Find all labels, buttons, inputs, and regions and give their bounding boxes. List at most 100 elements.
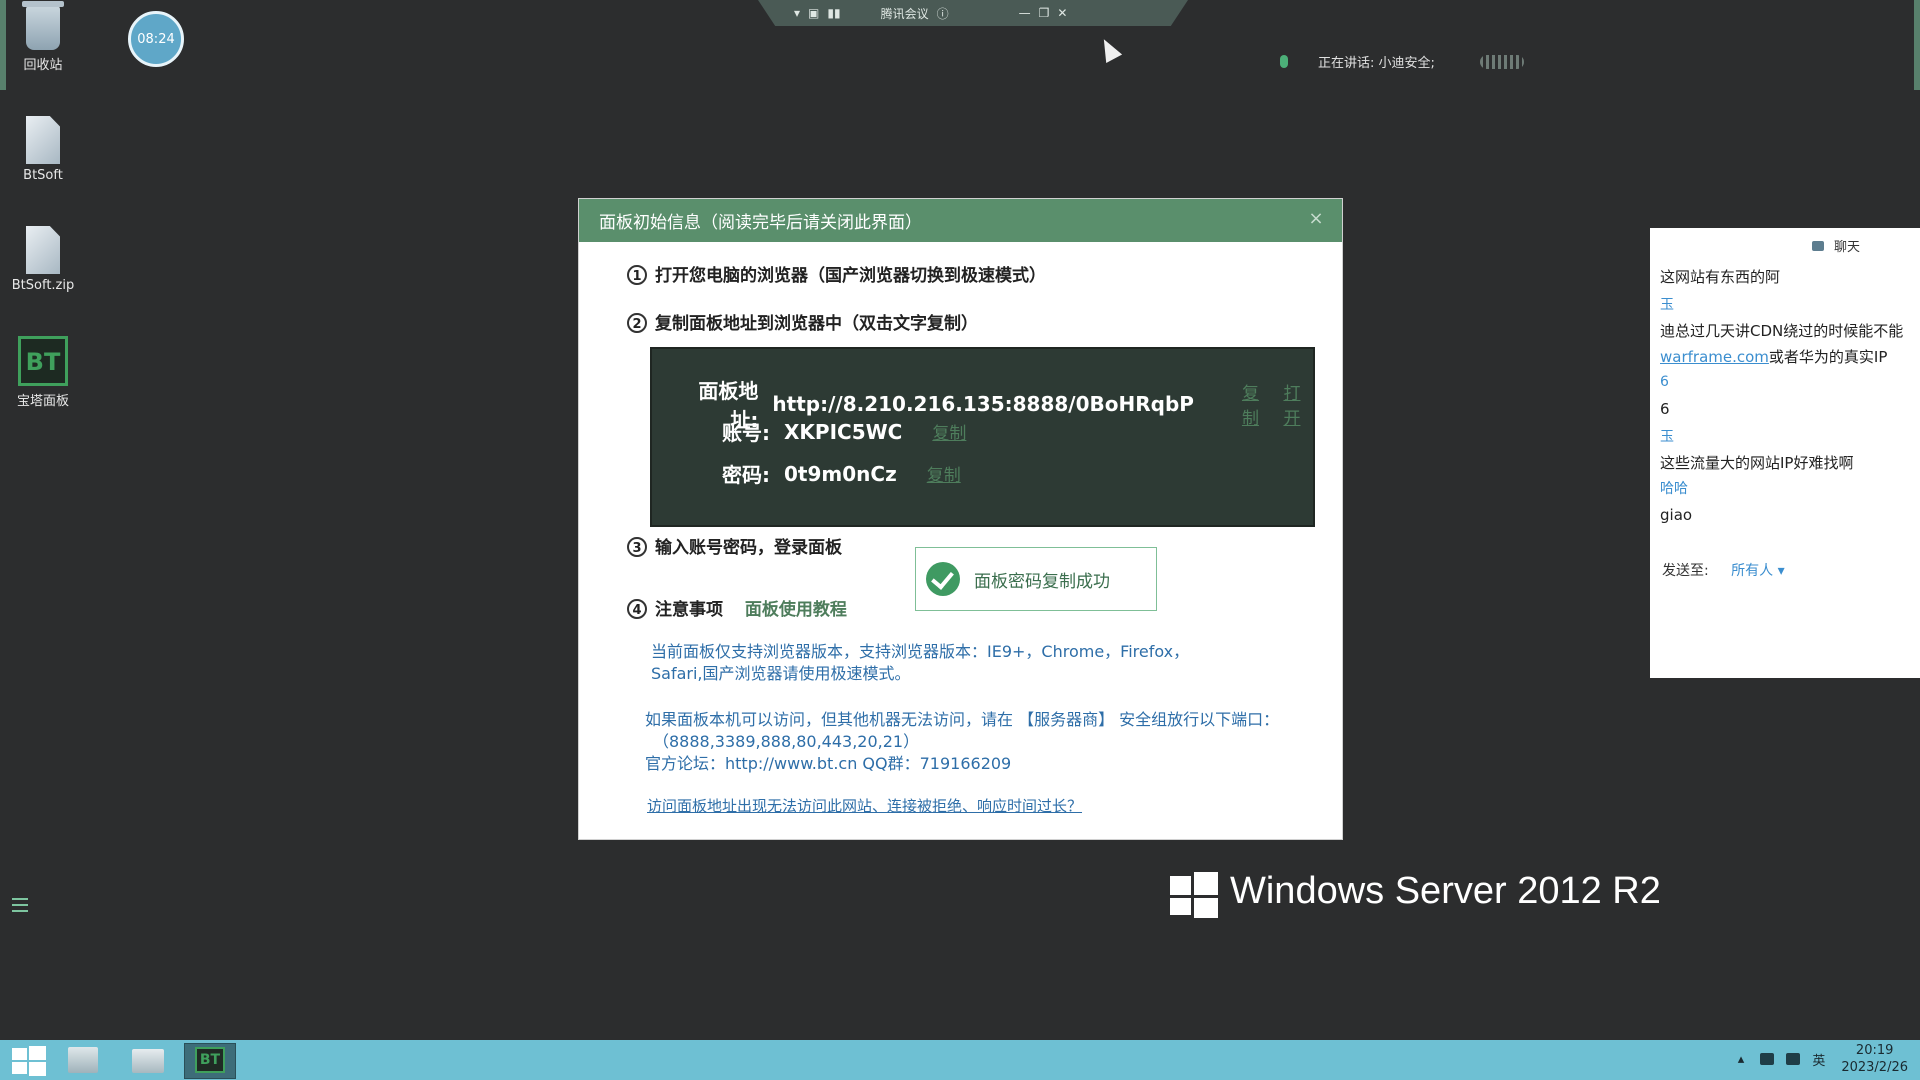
address-value[interactable]: http://8.210.216.135:8888/0BoHRqbP [772,392,1194,416]
recycle-bin-icon [22,1,64,50]
password-value[interactable]: 0t9m0nCz [784,462,897,486]
step-4: 4 注意事项 面板使用教程 [627,595,847,620]
chat-bubble-icon [1811,240,1824,251]
file-explorer-button[interactable] [124,1043,174,1077]
tutorial-link[interactable]: 面板使用教程 [745,600,847,620]
meeting-toolbar[interactable]: ▾ ▣ ▮▮ 腾讯会议 ⓘ — ❐ ✕ [758,0,1188,26]
panel-credentials-box: 面板地址: http://8.210.216.135:8888/0BoHRqbP… [650,347,1315,527]
note-line: 官方论坛：http://www.bt.cn QQ群：719166209 [645,754,1012,773]
chat-link[interactable]: warframe.com [1660,348,1769,366]
chat-message: 这些流量大的网站IP好难找啊 [1660,454,1854,472]
copy-success-toast: 面板密码复制成功 [915,547,1157,611]
chat-panel: 聊天 这网站有东西的阿 玉 迪总过几天讲CDN绕过的时候能不能 warframe… [1650,228,1920,678]
server-manager-button[interactable] [62,1043,112,1077]
step-text: 打开您电脑的浏览器（国产浏览器切换到极速模式） [655,266,1046,286]
account-value[interactable]: XKPIC5WC [784,420,902,444]
send-to-value[interactable]: 所有人 ▾ [1731,563,1784,579]
mouse-cursor-icon [1095,35,1123,63]
panel-info-dialog: 面板初始信息（阅读完毕后请关闭此界面） × 1 打开您电脑的浏览器（国产浏览器切换… [578,198,1343,840]
clock-time: 20:19 [1855,1043,1894,1058]
list-menu-icon[interactable] [12,898,28,912]
desktop-icon-btsoft-zip[interactable]: BtSoft.zip [8,226,78,293]
dialog-header: 面板初始信息（阅读完毕后请关闭此界面） × [579,199,1342,242]
system-tray: ▴ 英 20:19 2023/2/26 [1738,1042,1908,1076]
desktop-icon-recycle-bin[interactable]: 回收站 [8,1,78,73]
note-line: （8888,3389,888,80,443,20,21） [653,732,920,751]
chat-message: 6 [1660,400,1670,418]
step-text: 注意事项 [655,600,723,620]
desktop-icon-label: BtSoft.zip [11,278,75,293]
send-to-selector[interactable]: 发送至: 所有人 ▾ [1662,560,1785,580]
desktop-icon-btsoft[interactable]: BtSoft [8,116,78,183]
step-number: 3 [627,537,647,557]
zip-file-icon [26,226,60,274]
toast-text: 面板密码复制成功 [974,571,1110,592]
desktop-icon-label: 回收站 [23,58,63,73]
info-icon[interactable]: ⓘ [937,5,949,22]
note-line: Safari,国产浏览器请使用极速模式。 [651,664,911,683]
desktop-icon-label: BtSoft [23,168,63,183]
right-edge-accent [1914,0,1920,90]
bt-panel-taskbar-button[interactable]: BT [184,1043,236,1079]
taskbar-clock[interactable]: 20:19 2023/2/26 [1841,1042,1908,1076]
close-icon[interactable]: × [1306,209,1326,229]
volume-icon[interactable] [1786,1053,1801,1065]
chat-message: warframe.com或者华为的真实IP [1660,346,1887,367]
step-number: 1 [627,265,647,285]
desktop-icon-label: 宝塔面板 [16,394,69,409]
troubleshoot-link[interactable]: 访问面板地址出现无法访问此网站、连接被拒绝、响应时间过长？ [647,795,1082,816]
check-circle-icon [926,562,960,596]
screen-share-icon[interactable]: ▣ [808,6,819,20]
password-label: 密码: [722,463,770,487]
copy-account-link[interactable]: 复制 [932,419,966,444]
chat-sender: 6 [1660,374,1669,390]
signal-icon: ▮▮ [827,6,841,20]
browser-support-note: 当前面板仅支持浏览器版本，支持浏览器版本：IE9+，Chrome，Firefox… [651,641,1189,685]
step-text: 输入账号密码，登录面板 [655,538,842,558]
folder-icon [26,116,60,164]
floating-clock[interactable]: 08:24 [128,11,184,67]
taskbar: BT ▴ 英 20:19 2023/2/26 [0,1040,1920,1080]
copy-address-link[interactable]: 复制 [1242,379,1272,429]
chat-message-text: 或者华为的真实IP [1768,348,1888,366]
meeting-title: 腾讯会议 [880,6,929,21]
send-to-label: 发送至: [1662,563,1709,579]
step-text: 复制面板地址到浏览器中（双击文字复制） [655,314,978,334]
desktop-icon-bt-panel[interactable]: BT 宝塔面板 [8,336,78,409]
windows-logo-icon [1170,872,1218,918]
dialog-title: 面板初始信息（阅读完毕后请关闭此界面） [599,213,922,233]
network-icon[interactable] [1760,1053,1775,1065]
folder-icon [132,1049,164,1073]
start-button[interactable] [8,1043,58,1077]
chat-header: 聊天 [1811,236,1860,255]
chat-message: 迪总过几天讲CDN绕过的时候能不能 [1660,322,1904,340]
chat-sender: 玉 [1660,297,1674,313]
chevron-up-icon[interactable]: ▴ [1738,1052,1745,1067]
bt-panel-icon: BT [195,1047,225,1073]
note-line: 当前面板仅支持浏览器版本，支持浏览器版本：IE9+，Chrome，Firefox… [651,642,1190,661]
password-row: 密码: 0t9m0nCz 复制 [722,459,961,488]
step-number: 4 [627,599,647,619]
audio-wave-icon [1479,54,1524,69]
minimize-icon[interactable]: — [1019,6,1031,20]
left-edge-accent [0,0,6,90]
bt-panel-icon: BT [18,336,68,386]
chat-sender: 哈哈 [1660,481,1688,497]
step-1: 1 打开您电脑的浏览器（国产浏览器切换到极速模式） [627,261,1046,286]
clock-date: 2023/2/26 [1841,1060,1908,1075]
copy-password-link[interactable]: 复制 [927,461,961,486]
microphone-icon [1280,55,1288,68]
restore-icon[interactable]: ❐ [1039,6,1050,20]
close-icon[interactable]: ✕ [1057,6,1067,20]
input-language[interactable]: 英 [1812,1050,1825,1069]
open-address-link[interactable]: 打开 [1283,379,1313,429]
account-label: 账号: [722,421,770,445]
step-2: 2 复制面板地址到浏览器中（双击文字复制） [627,309,978,334]
chat-message: 这网站有东西的阿 [1660,268,1781,286]
chat-title: 聊天 [1833,240,1860,255]
chevron-down-icon[interactable]: ▾ [794,6,800,20]
server-manager-icon [68,1047,98,1073]
account-row: 账号: XKPIC5WC 复制 [722,417,966,446]
speaking-indicator: 正在讲话: 小迪安全; [1280,52,1524,71]
windows-server-brand: Windows Server 2012 R2 [1230,870,1661,912]
